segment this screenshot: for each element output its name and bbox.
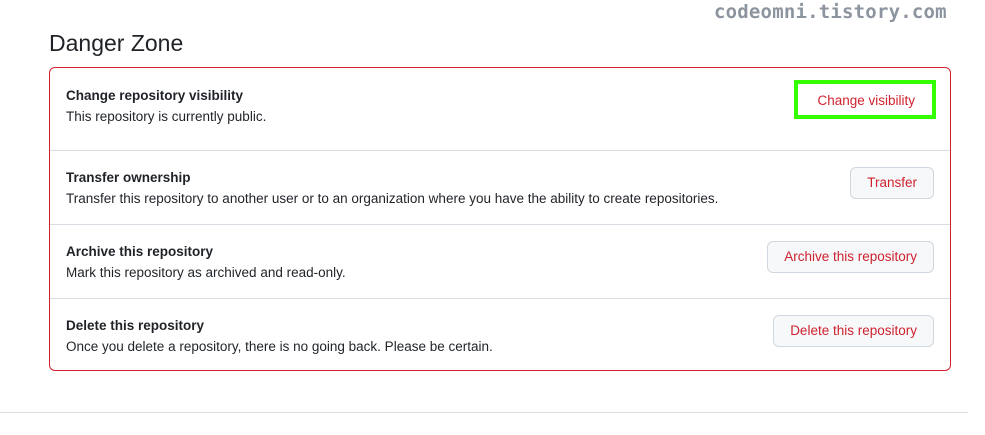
- transfer-button[interactable]: Transfer: [850, 167, 934, 199]
- settings-page: codeomni.tistory.com Danger Zone Change …: [0, 0, 985, 435]
- row-description: This repository is currently public.: [66, 109, 267, 124]
- row-title: Change repository visibility: [66, 88, 244, 103]
- change-visibility-button[interactable]: Change visibility: [800, 85, 932, 117]
- bottom-divider: [0, 412, 968, 413]
- watermark-text: codeomni.tistory.com: [714, 1, 947, 23]
- row-change-visibility: Change repository visibility This reposi…: [50, 68, 950, 150]
- danger-zone-heading: Danger Zone: [49, 30, 184, 56]
- row-description: Transfer this repository to another user…: [66, 191, 719, 206]
- delete-repository-button[interactable]: Delete this repository: [773, 315, 934, 347]
- row-title: Archive this repository: [66, 244, 214, 259]
- danger-zone-box: Change repository visibility This reposi…: [49, 67, 951, 371]
- row-title: Delete this repository: [66, 318, 205, 333]
- archive-repository-button[interactable]: Archive this repository: [767, 241, 934, 273]
- row-transfer-ownership: Transfer ownership Transfer this reposit…: [50, 150, 950, 224]
- row-title: Transfer ownership: [66, 170, 191, 185]
- row-archive-repository: Archive this repository Mark this reposi…: [50, 224, 950, 298]
- row-delete-repository: Delete this repository Once you delete a…: [50, 298, 950, 371]
- row-description: Once you delete a repository, there is n…: [66, 339, 493, 354]
- row-description: Mark this repository as archived and rea…: [66, 265, 346, 280]
